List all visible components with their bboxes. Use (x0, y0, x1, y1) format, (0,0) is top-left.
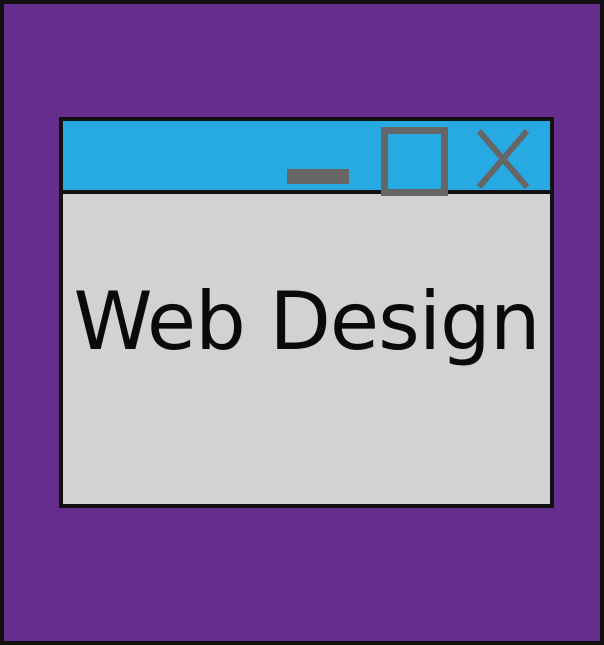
app-window: Web Design (59, 117, 554, 508)
minimize-icon (287, 169, 349, 184)
page-heading: Web Design (73, 275, 540, 368)
page-frame: Web Design (0, 0, 604, 645)
minimize-button[interactable] (287, 169, 349, 184)
window-content: Web Design (63, 194, 550, 508)
title-bar[interactable] (63, 121, 550, 197)
maximize-button[interactable] (381, 127, 451, 197)
maximize-icon (381, 127, 448, 196)
close-icon (476, 129, 530, 189)
close-button[interactable] (475, 129, 533, 189)
